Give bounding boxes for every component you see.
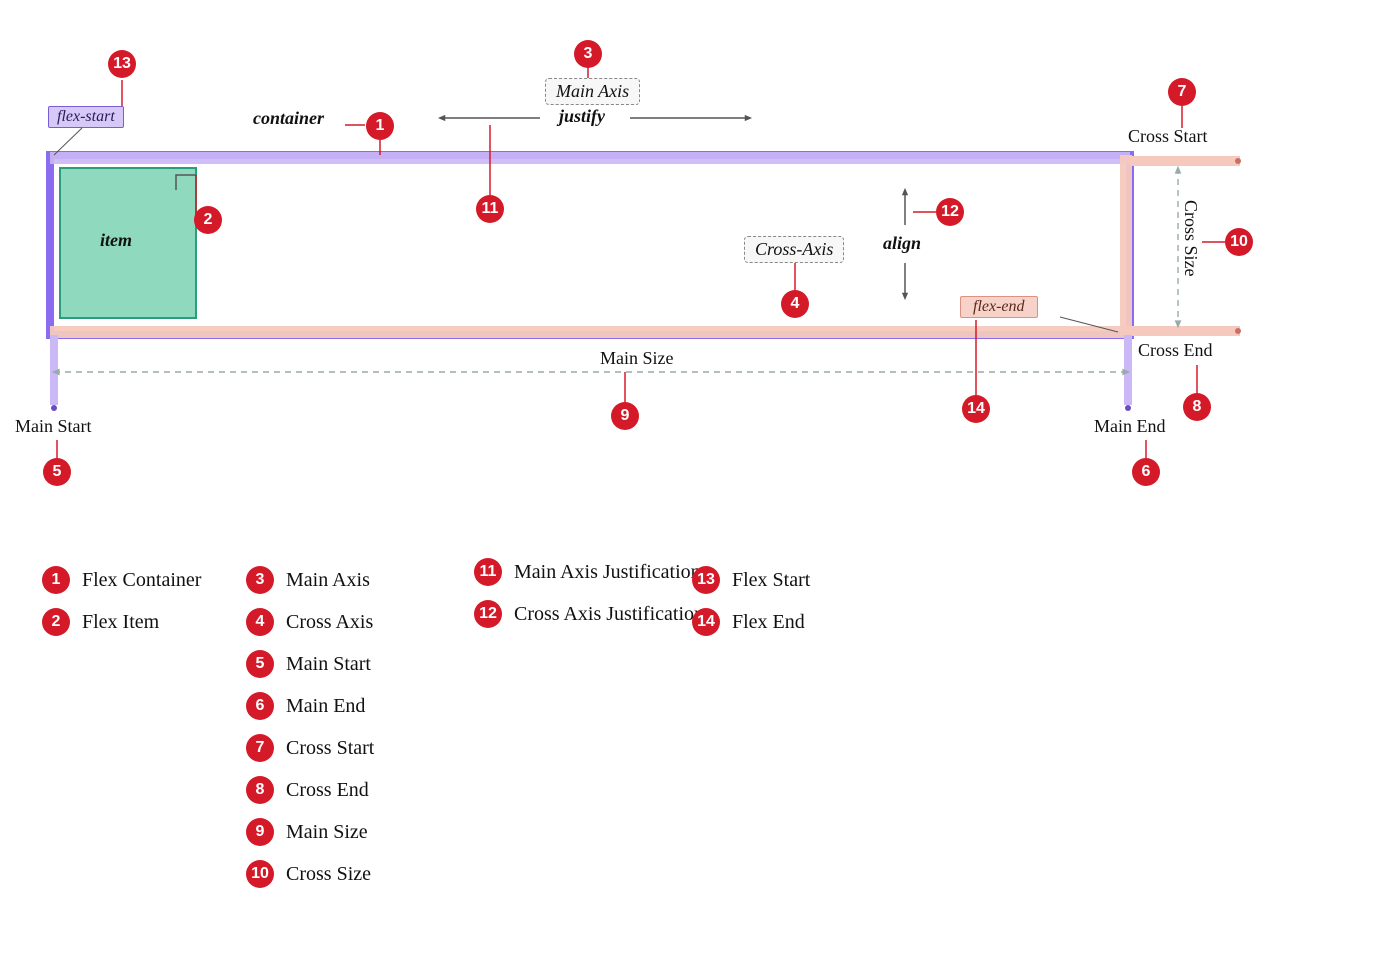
legend-item-4: 4 Cross Axis: [246, 608, 374, 636]
legend-badge-6: 6: [246, 692, 274, 720]
legend-item-14: 14 Flex End: [692, 608, 810, 636]
legend-item-12: 12 Cross Axis Justification: [474, 600, 704, 628]
legend-col-2: 3 Main Axis 4 Cross Axis 5 Main Start 6 …: [246, 566, 374, 902]
legend-badge-9: 9: [246, 818, 274, 846]
marker-14: 14: [962, 395, 990, 423]
main-size-label: Main Size: [600, 348, 674, 369]
legend-text-4: Cross Axis: [286, 611, 373, 634]
main-start-label: Main Start: [15, 416, 92, 437]
cross-size-label: Cross Size: [1180, 200, 1201, 277]
marker-8: 8: [1183, 393, 1211, 421]
marker-4: 4: [781, 290, 809, 318]
cross-axis-label: Cross-Axis: [744, 236, 844, 263]
cross-start-label: Cross Start: [1128, 126, 1208, 147]
legend-item-6: 6 Main End: [246, 692, 374, 720]
legend-badge-3: 3: [246, 566, 274, 594]
container-label: container: [253, 108, 324, 129]
legend-text-12: Cross Axis Justification: [514, 603, 704, 626]
legend-col-1: 1 Flex Container 2 Flex Item: [42, 566, 201, 650]
legend-badge-10: 10: [246, 860, 274, 888]
justify-label: justify: [559, 106, 605, 127]
legend-badge-1: 1: [42, 566, 70, 594]
cross-end-label: Cross End: [1138, 340, 1213, 361]
marker-2: 2: [194, 206, 222, 234]
marker-9: 9: [611, 402, 639, 430]
main-axis-label: Main Axis: [545, 78, 640, 105]
legend-item-2: 2 Flex Item: [42, 608, 201, 636]
legend-col-3: 11 Main Axis Justification 12 Cross Axis…: [474, 558, 704, 642]
legend-text-10: Cross Size: [286, 863, 371, 886]
legend-item-7: 7 Cross Start: [246, 734, 374, 762]
legend-text-14: Flex End: [732, 611, 805, 634]
marker-6: 6: [1132, 458, 1160, 486]
main-end-label: Main End: [1094, 416, 1166, 437]
legend-text-8: Cross End: [286, 779, 369, 802]
legend-badge-13: 13: [692, 566, 720, 594]
flexbox-terminology-diagram: flex-start 13 container 1 Main Axis 3 ju…: [0, 0, 1377, 974]
align-label: align: [883, 233, 921, 254]
legend-text-1: Flex Container: [82, 569, 201, 592]
marker-3: 3: [574, 40, 602, 68]
legend-badge-11: 11: [474, 558, 502, 586]
marker-7: 7: [1168, 78, 1196, 106]
legend-item-1: 1 Flex Container: [42, 566, 201, 594]
legend-badge-2: 2: [42, 608, 70, 636]
legend-text-6: Main End: [286, 695, 365, 718]
legend-text-5: Main Start: [286, 653, 371, 676]
marker-10: 10: [1225, 228, 1253, 256]
legend-badge-12: 12: [474, 600, 502, 628]
legend-item-11: 11 Main Axis Justification: [474, 558, 704, 586]
flex-end-chip: flex-end: [960, 296, 1038, 318]
legend-col-4: 13 Flex Start 14 Flex End: [692, 566, 810, 650]
legend-item-8: 8 Cross End: [246, 776, 374, 804]
legend-badge-14: 14: [692, 608, 720, 636]
legend-badge-8: 8: [246, 776, 274, 804]
legend-text-2: Flex Item: [82, 611, 159, 634]
marker-11: 11: [476, 195, 504, 223]
legend-item-9: 9 Main Size: [246, 818, 374, 846]
marker-13: 13: [108, 50, 136, 78]
legend-text-13: Flex Start: [732, 569, 810, 592]
marker-12: 12: [936, 198, 964, 226]
item-label: item: [100, 230, 132, 251]
legend-text-3: Main Axis: [286, 569, 370, 592]
legend-item-5: 5 Main Start: [246, 650, 374, 678]
flex-start-chip: flex-start: [48, 106, 124, 128]
legend-text-11: Main Axis Justification: [514, 561, 701, 584]
legend-text-9: Main Size: [286, 821, 368, 844]
legend-badge-4: 4: [246, 608, 274, 636]
marker-1: 1: [366, 112, 394, 140]
legend-item-3: 3 Main Axis: [246, 566, 374, 594]
legend-text-7: Cross Start: [286, 737, 374, 760]
legend-item-13: 13 Flex Start: [692, 566, 810, 594]
legend-item-10: 10 Cross Size: [246, 860, 374, 888]
legend-badge-7: 7: [246, 734, 274, 762]
marker-5: 5: [43, 458, 71, 486]
legend-badge-5: 5: [246, 650, 274, 678]
